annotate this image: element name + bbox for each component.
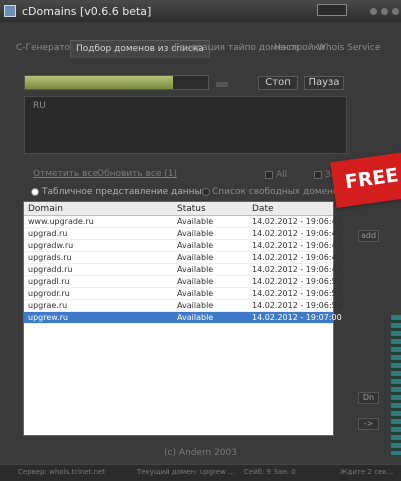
cell-domain: upgradw.ru: [28, 241, 74, 250]
title-bar-button[interactable]: [317, 4, 347, 16]
minimize-icon[interactable]: [370, 8, 377, 15]
next-side-button[interactable]: ->: [358, 418, 379, 430]
cell-domain: upgrae.ru: [28, 301, 68, 310]
cell-date: 14.02.2012 - 19:06:54: [252, 289, 342, 298]
tab-bar: С-Генератор Подбор доменов из списка Ген…: [12, 40, 401, 60]
down-side-button[interactable]: Dn: [358, 392, 379, 404]
table-view-label: Табличное представление данных: [42, 187, 207, 197]
cell-date: 14.02.2012 - 19:06:45: [252, 241, 342, 250]
domain-input-text: RU: [33, 101, 46, 111]
add-side-button[interactable]: add: [358, 230, 379, 242]
cell-status: Available: [177, 289, 214, 298]
status-server: Сервер: whois.tcinet.net: [18, 468, 106, 476]
cell-status: Available: [177, 241, 214, 250]
cell-domain: www.upgrade.ru: [28, 217, 94, 226]
table-row[interactable]: upgrads.ru Available 14.02.2012 - 19:06:47: [24, 252, 342, 264]
mark-all-link[interactable]: Отметить все: [33, 169, 98, 179]
all-checkbox-label: All: [276, 170, 288, 180]
stop-button[interactable]: Стоп: [258, 76, 298, 90]
cell-domain: upgrew.ru: [28, 313, 68, 322]
pause-button[interactable]: Пауза: [304, 76, 344, 90]
close-icon[interactable]: [392, 8, 399, 15]
progress-bar: [24, 75, 209, 90]
cell-status: Available: [177, 217, 214, 226]
cell-date: 14.02.2012 - 19:06:43: [252, 217, 342, 226]
cell-date: 14.02.2012 - 19:06:43: [252, 229, 342, 238]
cell-date: 14.02.2012 - 19:06:52: [252, 277, 342, 286]
table-row[interactable]: upgrew.ru Available 14.02.2012 - 19:07:00: [24, 312, 342, 324]
all-checkbox[interactable]: [265, 171, 273, 179]
tab-generator[interactable]: С-Генератор: [16, 43, 76, 53]
app-icon: [4, 5, 16, 17]
app-window: cDomains [v0.6.6 beta] С-Генератор Подбо…: [0, 0, 401, 481]
status-wait: Ждите 2 сек...: [340, 468, 394, 476]
column-status[interactable]: Status: [177, 204, 206, 214]
cell-domain: upgrads.ru: [28, 253, 72, 262]
progress-fill: [25, 76, 174, 89]
column-date[interactable]: Date: [252, 204, 274, 214]
cell-status: Available: [177, 301, 214, 310]
cell-status: Available: [177, 229, 214, 238]
table-row[interactable]: upgradd.ru Available 14.02.2012 - 19:06:49: [24, 264, 342, 276]
domain-input-area[interactable]: RU: [24, 96, 347, 154]
cell-domain: upgrad.ru: [28, 229, 68, 238]
cell-domain: upgradl.ru: [28, 277, 70, 286]
busy-checkbox[interactable]: [314, 171, 322, 179]
cell-status: Available: [177, 313, 214, 322]
decorative-chain: [391, 315, 401, 455]
results-table: Domain Status Date www.upgrade.ru Availab…: [23, 201, 342, 436]
table-view-radio[interactable]: [31, 188, 39, 196]
cell-date: 14.02.2012 - 19:06:47: [252, 253, 342, 262]
cell-date: 14.02.2012 - 19:06:49: [252, 265, 342, 274]
table-row[interactable]: www.upgrade.ru Available 14.02.2012 - 19:0…: [24, 216, 342, 228]
free-badge-text: FREE: [343, 164, 400, 194]
status-current-domain: Текущий домен: upgrew ...: [137, 468, 235, 476]
title-bar: cDomains [v0.6.6 beta]: [0, 0, 401, 22]
column-domain[interactable]: Domain: [28, 204, 63, 214]
cell-domain: upgrodr.ru: [28, 289, 70, 298]
maximize-icon[interactable]: [381, 8, 388, 15]
status-count: Сейб: 9 Зан: 0: [244, 468, 296, 476]
cell-status: Available: [177, 253, 214, 262]
progress-marker: [216, 82, 228, 87]
table-row[interactable]: upgradl.ru Available 14.02.2012 - 19:06:52: [24, 276, 342, 288]
table-row[interactable]: upgrae.ru Available 14.02.2012 - 19:06:58: [24, 300, 342, 312]
clear-all-link[interactable]: Обновить все (1): [97, 169, 177, 179]
cell-domain: upgradd.ru: [28, 265, 73, 274]
status-bar: Сервер: whois.tcinet.net Текущий домен: …: [0, 464, 401, 481]
cell-date: 14.02.2012 - 19:06:58: [252, 301, 342, 310]
table-row[interactable]: upgradw.ru Available 14.02.2012 - 19:06:45: [24, 240, 342, 252]
tab-whois-service[interactable]: Whois Service: [317, 43, 380, 53]
cell-date: 14.02.2012 - 19:07:00: [252, 313, 342, 322]
footer-copyright: (c) Andern 2003: [164, 448, 237, 458]
table-row[interactable]: upgrodr.ru Available 14.02.2012 - 19:06:54: [24, 288, 342, 300]
cell-status: Available: [177, 265, 214, 274]
table-header: Domain Status Date: [24, 202, 333, 216]
table-row[interactable]: upgrad.ru Available 14.02.2012 - 19:06:43: [24, 228, 342, 240]
free-list-radio[interactable]: [202, 188, 210, 196]
cell-status: Available: [177, 277, 214, 286]
window-title: cDomains [v0.6.6 beta]: [22, 5, 152, 18]
